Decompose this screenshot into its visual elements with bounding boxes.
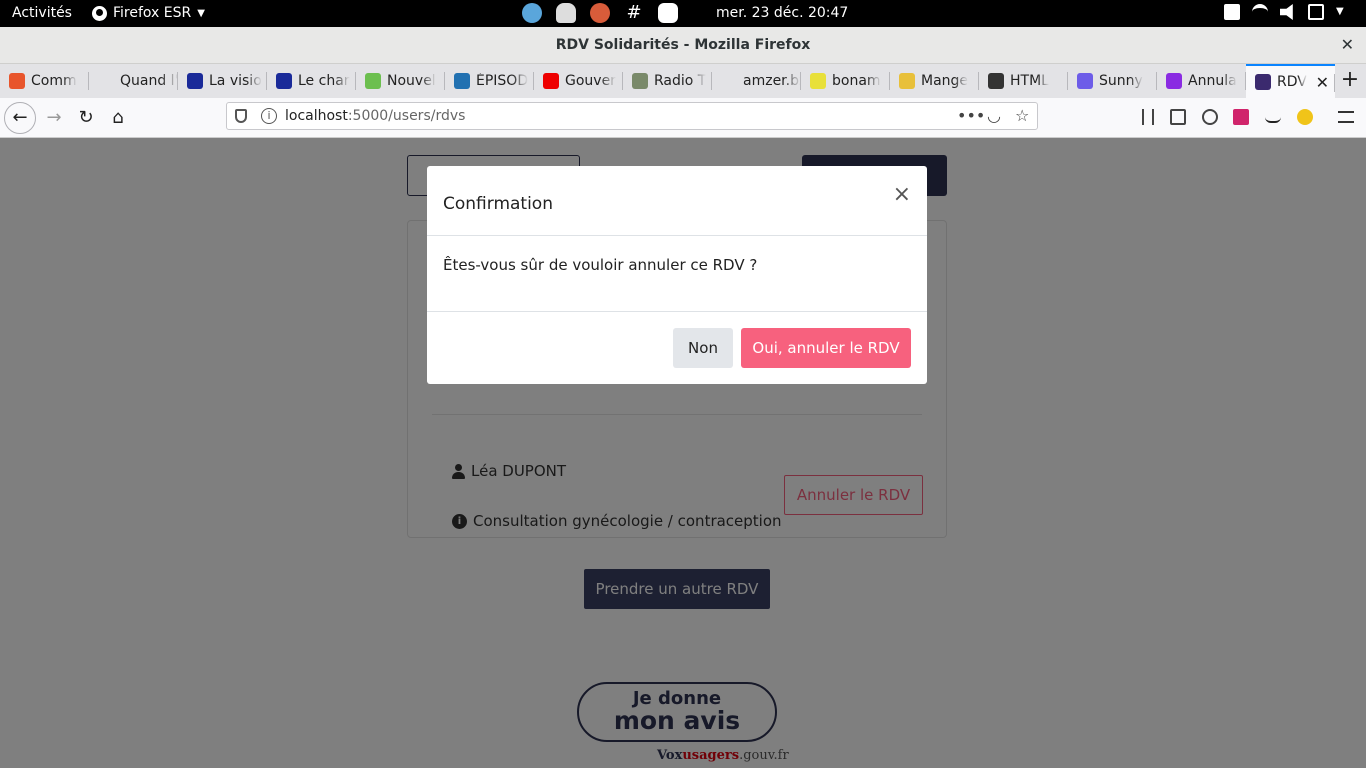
favicon-icon xyxy=(1166,73,1182,89)
battery-icon xyxy=(1308,4,1324,20)
favicon-icon xyxy=(543,73,559,89)
gnome-top-bar: Activités Firefox ESR ▼ # mer. 23 déc. 2… xyxy=(0,0,1366,27)
browser-tab[interactable]: HTML xyxy=(979,64,1068,98)
chevron-down-icon: ▼ xyxy=(1336,6,1344,17)
account-icon[interactable] xyxy=(1202,109,1218,125)
tomato-timer-icon[interactable] xyxy=(590,3,610,23)
printer-icon xyxy=(1224,4,1240,20)
app-menu[interactable]: Firefox ESR ▼ xyxy=(92,5,205,21)
browser-tab[interactable]: Nouvel xyxy=(356,64,445,98)
chevron-down-icon: ▼ xyxy=(197,7,205,19)
extension-icon[interactable] xyxy=(1233,109,1249,125)
tab-close-icon[interactable]: ✕ xyxy=(1316,73,1329,92)
page-actions-icon[interactable]: ••• xyxy=(957,106,985,125)
tab-strip: Comm Quand l'É La visio Le char Nouvel ÉPISOD… xyxy=(0,64,1366,98)
pocket-icon[interactable]: ◡ xyxy=(987,106,1001,125)
modal-footer-divider xyxy=(427,311,927,312)
tab-label: La visio xyxy=(209,73,262,89)
url-bar[interactable]: i localhost:5000/users/rdvs ••• ◡ ☆ xyxy=(226,102,1038,130)
modal-title: Confirmation xyxy=(443,194,553,214)
volume-muted-icon xyxy=(1280,4,1293,20)
browser-tab[interactable]: Radio T xyxy=(623,64,712,98)
browser-tab[interactable]: Annula xyxy=(1157,64,1246,98)
hamburger-menu-icon[interactable] xyxy=(1338,111,1354,123)
amazon-icon[interactable] xyxy=(1265,113,1281,123)
tab-label: Mange xyxy=(921,73,969,89)
favicon-icon xyxy=(632,73,648,89)
extension-badge-icon[interactable] xyxy=(1297,109,1313,125)
app-menu-label: Firefox ESR xyxy=(113,5,192,21)
tab-label: Le char xyxy=(298,73,350,89)
favicon-icon xyxy=(988,73,1004,89)
favicon-icon xyxy=(1255,74,1271,90)
sidebar-icon[interactable] xyxy=(1170,109,1186,125)
browser-tab[interactable]: RDV ✕ xyxy=(1246,64,1335,98)
favicon-icon xyxy=(187,73,203,89)
browser-tab[interactable]: Gouver xyxy=(534,64,623,98)
tab-label: amzer.bzh xyxy=(743,73,801,89)
window-title: RDV Solidarités - Mozilla Firefox xyxy=(555,37,811,53)
tab-label: Annula xyxy=(1188,73,1237,89)
tab-label: Quand l'É xyxy=(120,73,178,89)
clock[interactable]: mer. 23 déc. 20:47 xyxy=(716,5,848,21)
home-button[interactable]: ⌂ xyxy=(104,104,132,132)
reload-button[interactable]: ↻ xyxy=(72,104,100,132)
window-titlebar: RDV Solidarités - Mozilla Firefox ✕ xyxy=(0,27,1366,64)
url-text[interactable]: localhost:5000/users/rdvs xyxy=(285,108,465,124)
window-close-button[interactable]: ✕ xyxy=(1341,35,1354,54)
tab-label: Comm xyxy=(31,73,77,89)
tab-label: HTML xyxy=(1010,73,1049,89)
no-button[interactable]: Non xyxy=(673,328,733,368)
browser-tab[interactable]: amzer.bzh xyxy=(712,64,801,98)
site-info-icon[interactable]: i xyxy=(261,108,277,124)
browser-tab[interactable]: Mange xyxy=(890,64,979,98)
forward-button[interactable]: → xyxy=(40,104,68,132)
wifi-icon xyxy=(1252,4,1268,20)
browser-tab[interactable]: Quand l'É xyxy=(89,64,178,98)
navigation-toolbar: ← → ↻ ⌂ i localhost:5000/users/rdvs ••• … xyxy=(0,98,1366,138)
favicon-icon xyxy=(721,73,737,89)
library-icon[interactable] xyxy=(1142,109,1154,125)
tray-icons: # xyxy=(522,3,678,23)
tracking-protection-icon[interactable] xyxy=(235,109,247,123)
new-tab-button[interactable]: + xyxy=(1335,64,1365,98)
confirm-cancel-button[interactable]: Oui, annuler le RDV xyxy=(741,328,911,368)
browser-tab[interactable]: La visio xyxy=(178,64,267,98)
slack-icon[interactable]: # xyxy=(624,3,644,23)
favicon-icon xyxy=(810,73,826,89)
url-path: :5000/users/rdvs xyxy=(347,108,466,124)
activities-button[interactable]: Activités xyxy=(12,5,72,21)
modal-header: Confirmation × xyxy=(427,166,927,236)
tab-label: RDV xyxy=(1277,74,1307,90)
tab-label: bonam xyxy=(832,73,881,89)
browser-tab[interactable]: Le char xyxy=(267,64,356,98)
tab-label: Gouver xyxy=(565,73,616,89)
browser-tab[interactable]: bonam xyxy=(801,64,890,98)
gimp-icon[interactable] xyxy=(556,3,576,23)
favicon-icon xyxy=(899,73,915,89)
back-button[interactable]: ← xyxy=(4,102,36,134)
tab-label: Sunny xyxy=(1099,73,1143,89)
bookmark-star-icon[interactable]: ☆ xyxy=(1015,106,1029,125)
discord-icon[interactable] xyxy=(658,3,678,23)
favicon-icon xyxy=(365,73,381,89)
favicon-icon xyxy=(9,73,25,89)
firefox-icon xyxy=(92,5,107,21)
favicon-icon xyxy=(276,73,292,89)
modal-message: Êtes-vous sûr de vouloir annuler ce RDV … xyxy=(443,256,758,274)
browser-tab[interactable]: ÉPISOD xyxy=(445,64,534,98)
tab-label: ÉPISOD xyxy=(476,73,529,89)
favicon-icon xyxy=(1077,73,1093,89)
telegram-icon[interactable] xyxy=(522,3,542,23)
favicon-icon xyxy=(454,73,470,89)
tab-label: Radio T xyxy=(654,73,707,89)
tab-label: Nouvel xyxy=(387,73,436,89)
favicon-icon xyxy=(98,73,114,89)
confirmation-modal: Confirmation × Êtes-vous sûr de vouloir … xyxy=(427,166,927,384)
browser-tab[interactable]: Sunny xyxy=(1068,64,1157,98)
url-host: localhost xyxy=(285,108,348,124)
system-menu[interactable]: ▼ xyxy=(1224,4,1352,20)
modal-close-button[interactable]: × xyxy=(893,182,911,207)
browser-tab[interactable]: Comm xyxy=(0,64,89,98)
